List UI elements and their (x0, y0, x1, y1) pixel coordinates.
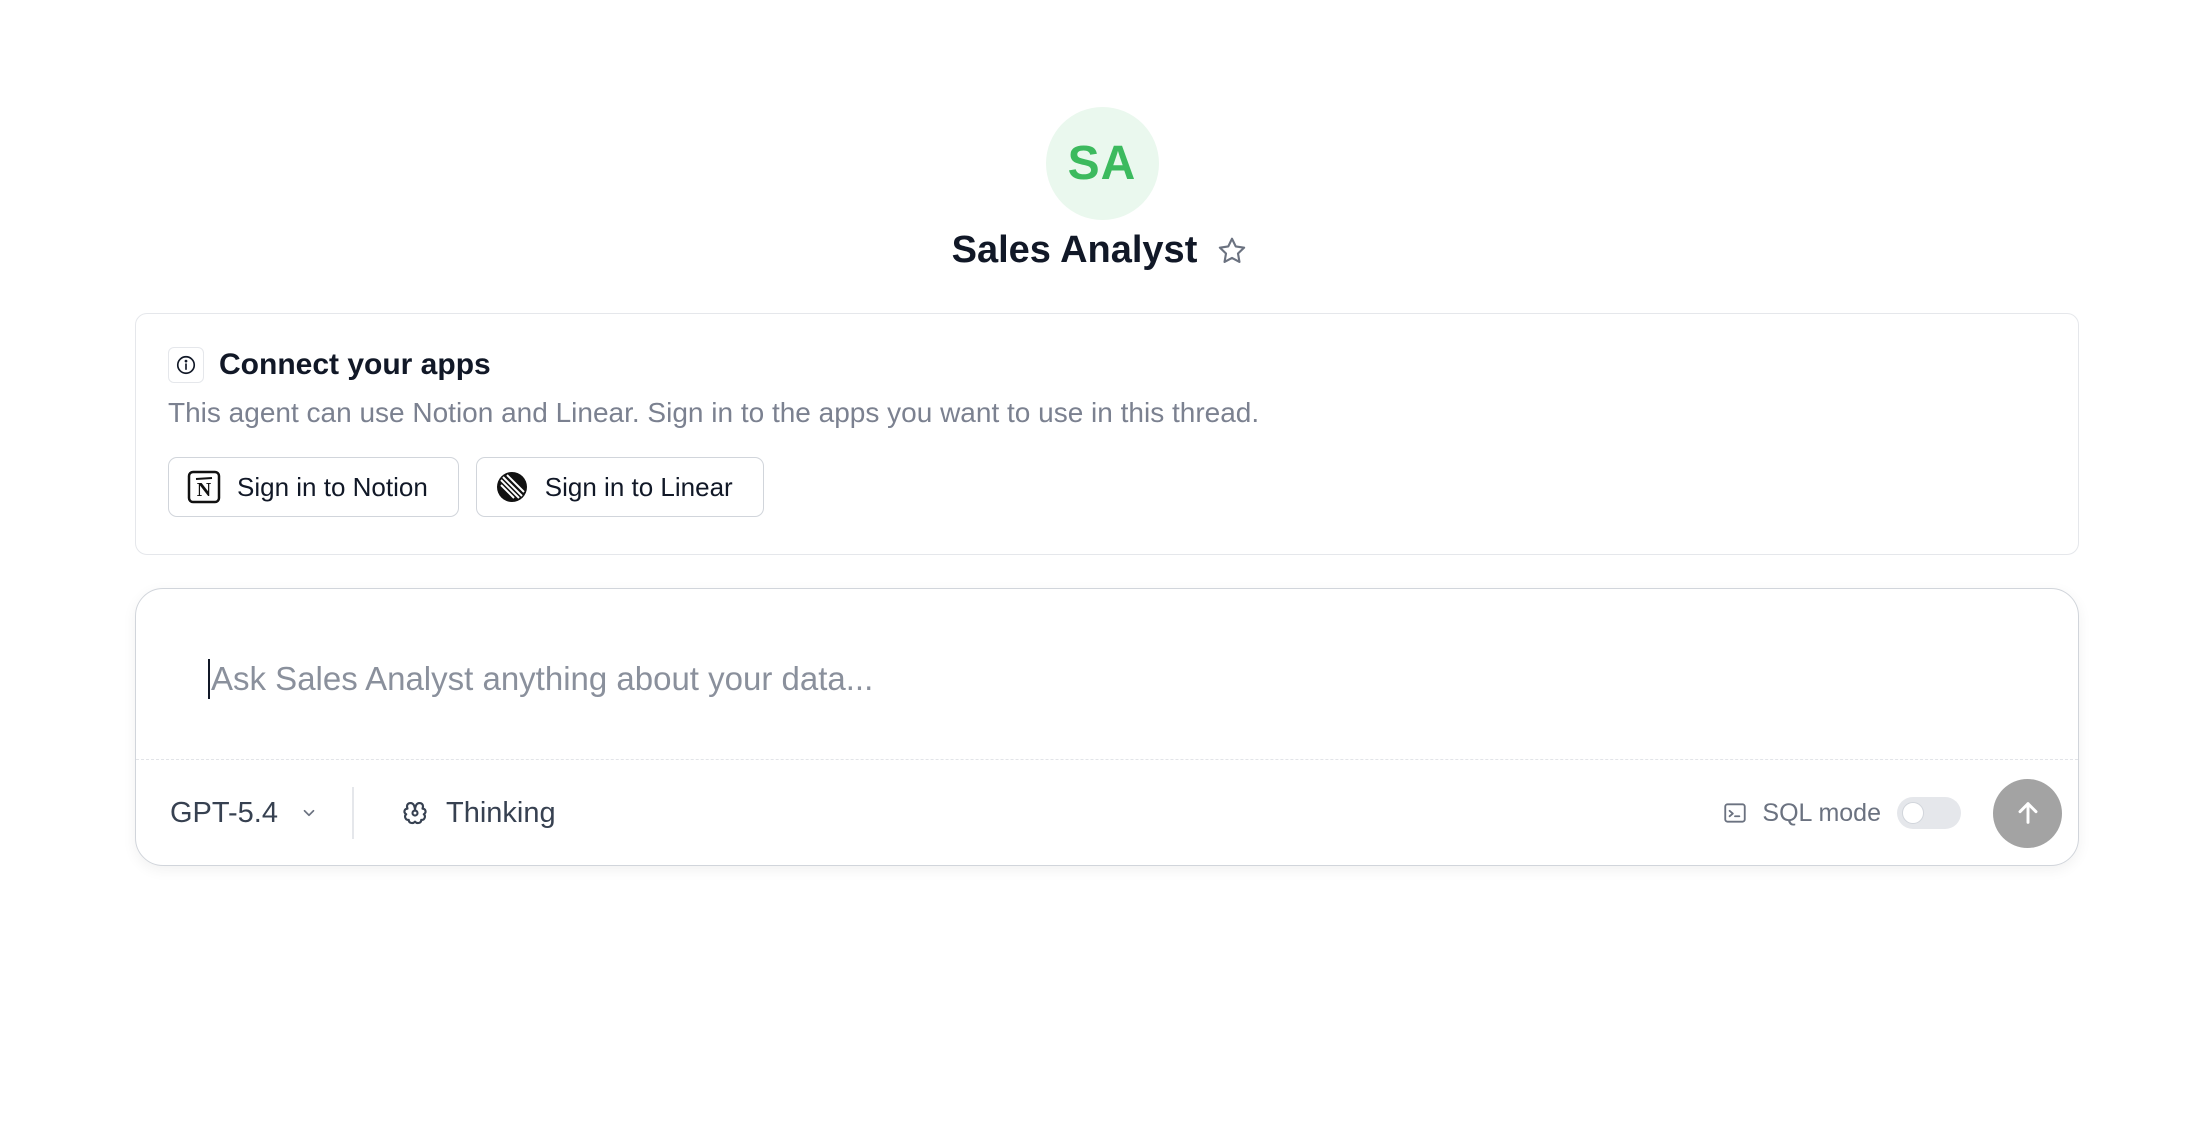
avatar-initials: SA (1067, 137, 1137, 190)
thinking-button[interactable]: Thinking (400, 797, 556, 830)
sign-in-notion-label: Sign in to Notion (237, 471, 428, 502)
model-selector[interactable]: GPT-5.4 (170, 797, 318, 830)
star-icon (1219, 237, 1246, 263)
info-icon-box (168, 347, 204, 383)
sql-mode-toggle[interactable] (1897, 797, 1961, 829)
sql-mode-control: SQL mode (1722, 797, 1961, 829)
svg-text:N: N (197, 479, 212, 501)
page-title: Sales Analyst (951, 229, 1198, 271)
prompt-input[interactable]: Ask Sales Analyst anything about your da… (208, 657, 2018, 701)
title-row: Sales Analyst (952, 229, 1253, 272)
model-name: GPT-5.4 (170, 796, 278, 829)
favorite-button[interactable] (1212, 231, 1252, 271)
connect-apps-header: Connect your apps (168, 347, 2046, 383)
notion-icon: N (187, 470, 221, 504)
toolbar-divider (352, 787, 354, 839)
avatar: SA (1045, 107, 1159, 220)
chat-composer: Ask Sales Analyst anything about your da… (135, 588, 2079, 866)
connect-apps-description: This agent can use Notion and Linear. Si… (168, 397, 1260, 428)
sign-in-notion-button[interactable]: N Sign in to Notion (168, 457, 459, 517)
info-icon (176, 355, 196, 375)
signin-buttons: N Sign in to Notion Sign in to Linear (168, 457, 2046, 517)
composer-divider (136, 759, 2078, 760)
send-button[interactable] (1993, 778, 2062, 848)
arrow-up-icon (2018, 802, 2037, 824)
terminal-icon (1724, 803, 1747, 823)
connect-apps-title: Connect your apps (219, 348, 491, 381)
text-caret (208, 659, 210, 699)
prompt-placeholder: Ask Sales Analyst anything about your da… (211, 660, 874, 697)
connect-apps-card: Connect your apps This agent can use Not… (135, 313, 2079, 555)
sign-in-linear-label: Sign in to Linear (544, 471, 733, 502)
brain-icon (403, 801, 427, 825)
thinking-label: Thinking (446, 796, 556, 829)
sign-in-linear-button[interactable]: Sign in to Linear (475, 457, 764, 517)
toggle-knob (1902, 802, 1924, 824)
composer-toolbar: GPT-5.4 Thinking SQL mode (136, 761, 2078, 865)
linear-icon (495, 470, 529, 504)
chevron-down-icon (303, 809, 315, 817)
agent-header: SA Sales Analyst (0, 107, 2204, 272)
sql-mode-label: SQL mode (1762, 798, 1881, 827)
